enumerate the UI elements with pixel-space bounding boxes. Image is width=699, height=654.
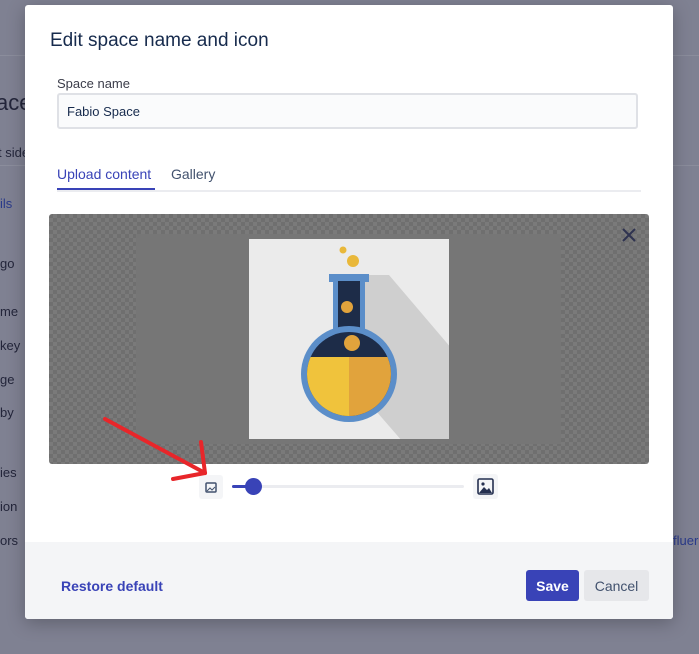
zoom-slider-thumb[interactable]	[244, 478, 262, 495]
background-nav-item: go	[0, 256, 15, 271]
image-small-icon	[205, 482, 217, 493]
close-icon	[622, 228, 636, 242]
background-nav-item: ge	[0, 372, 15, 387]
dialog-footer: Restore default Save Cancel	[25, 542, 673, 619]
background-nav-item: ies	[0, 465, 17, 480]
remove-image-button[interactable]	[618, 224, 640, 246]
background-nav-item: me	[0, 304, 19, 319]
background-nav-item: ils	[0, 196, 13, 211]
dialog-title: Edit space name and icon	[50, 30, 269, 51]
background-nav-item: by	[0, 405, 14, 420]
background-nav-item: ion	[0, 499, 18, 514]
restore-default-button[interactable]: Restore default	[61, 578, 163, 594]
zoom-slider[interactable]	[232, 478, 464, 495]
active-tab-indicator	[57, 188, 155, 190]
tab-upload-content[interactable]: Upload content	[57, 166, 151, 182]
background-nav-item: ors	[0, 533, 19, 548]
flask-icon	[301, 246, 537, 449]
edit-space-dialog: Edit space name and icon Space name Uplo…	[25, 5, 673, 619]
space-name-input[interactable]	[57, 93, 638, 129]
icon-preview	[249, 239, 537, 449]
background-link-fragment: fluer	[673, 533, 699, 548]
cancel-button[interactable]: Cancel	[584, 570, 649, 601]
background-nav-item: key	[0, 338, 21, 353]
save-button[interactable]: Save	[526, 570, 579, 601]
tab-bar: Upload content Gallery	[57, 165, 641, 192]
image-large-icon	[477, 478, 494, 495]
tab-gallery[interactable]: Gallery	[171, 166, 215, 182]
zoom-out-button[interactable]	[199, 475, 223, 499]
zoom-in-button[interactable]	[473, 474, 498, 499]
image-editor[interactable]	[49, 214, 649, 464]
space-name-label: Space name	[57, 76, 130, 91]
